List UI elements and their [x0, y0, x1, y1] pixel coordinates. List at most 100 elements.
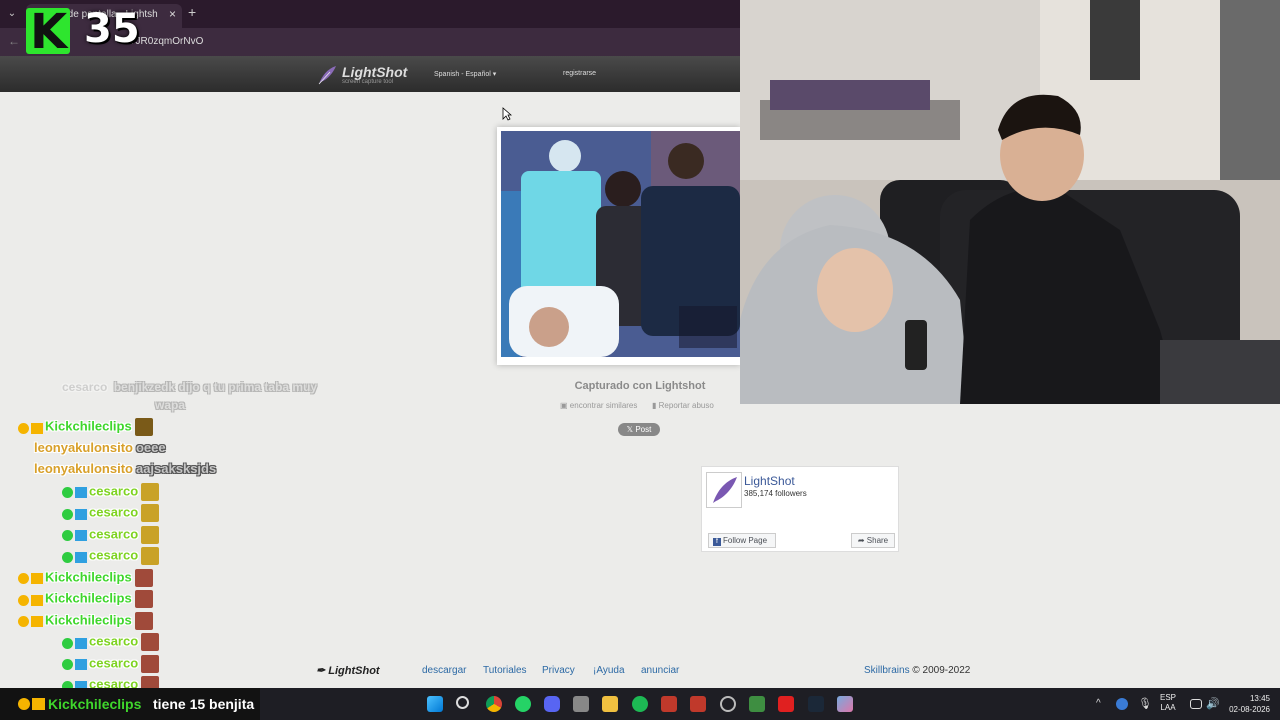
stream-chat: cesarco benjikzedk dijo q tu prima taba … — [0, 380, 400, 694]
steam-icon[interactable] — [808, 696, 824, 712]
find-similar-link[interactable]: ▣ encontrar similares — [560, 401, 637, 410]
discord-icon[interactable] — [544, 696, 560, 712]
lang-line1: ESP — [1160, 693, 1177, 702]
footer-link-download[interactable]: descargar — [422, 665, 466, 676]
whatsapp-icon[interactable] — [515, 696, 531, 712]
kick-logo-letter: K — [30, 4, 68, 60]
follow-page-button[interactable]: f Follow Page — [708, 533, 776, 548]
chat-username: Kickchileclips — [45, 611, 132, 627]
app-tray-icon[interactable] — [1116, 698, 1128, 710]
emote-icon — [141, 525, 160, 544]
app-icon[interactable] — [661, 696, 677, 712]
feather-icon — [707, 473, 741, 507]
obs-icon[interactable] — [720, 696, 736, 712]
crown-badge-icon — [31, 573, 43, 585]
cube-badge-icon — [75, 530, 87, 542]
footer-link-help[interactable]: ¡Ayuda — [593, 665, 625, 676]
page-avatar[interactable] — [706, 472, 742, 508]
footer-link-privacy[interactable]: Privacy — [542, 665, 575, 676]
chat-badges — [18, 420, 45, 435]
tab-list-button[interactable]: ⌄ — [4, 6, 20, 22]
verified-badge-icon — [62, 551, 73, 563]
gift-badge-icon — [18, 698, 30, 710]
language-select[interactable]: Spanish - Español ▾ — [434, 70, 496, 78]
x-logo-icon: 𝕏 — [626, 425, 634, 434]
chat-username: cesarco — [89, 654, 139, 670]
screenshot-image[interactable] — [501, 131, 740, 357]
faded-chat-line-continued: wapa — [152, 398, 185, 418]
verified-badge-icon — [62, 530, 73, 542]
chat-line: Kickchileclips — [18, 568, 153, 589]
spotify-icon[interactable] — [632, 696, 648, 712]
microphone-icon[interactable]: 🎙 — [1138, 696, 1154, 712]
input-language[interactable]: ESP LAA — [1160, 693, 1176, 713]
chat-message: aajsaksksjds — [135, 461, 217, 476]
copyright-text: © 2009-2022 — [912, 665, 971, 676]
lightshot-header: LightShot screen capture tool Spanish - … — [0, 56, 740, 92]
share-button[interactable]: ➦ Share — [851, 533, 895, 548]
folder-icon[interactable] — [602, 696, 618, 712]
windows-start-icon[interactable] — [427, 696, 443, 712]
new-tab-button[interactable]: + — [188, 4, 196, 20]
facebook-page-widget: LightShot 385,174 followers f Follow Page… — [701, 466, 899, 552]
emote-icon — [141, 482, 160, 501]
footer-link-tutorials[interactable]: Tutoriales — [483, 665, 527, 676]
chat-line: Kickchileclips — [18, 590, 153, 610]
minecraft-icon[interactable] — [749, 696, 765, 712]
verified-badge-icon — [62, 487, 73, 499]
chevron-up-icon[interactable]: ^ — [1096, 696, 1112, 712]
clock-date: 02-08-2026 — [1229, 705, 1270, 714]
chat-message: benjikzedk dijo q tu prima taba muy — [113, 380, 318, 394]
emote-icon — [141, 654, 160, 673]
close-tab-icon[interactable]: × — [169, 7, 176, 21]
page-name-link[interactable]: LightShot — [744, 474, 795, 488]
crown-badge-icon — [31, 422, 43, 434]
post-label: Post — [635, 425, 652, 434]
logo-tagline: screen capture tool — [342, 79, 394, 85]
verified-badge-icon — [62, 659, 73, 671]
chat-username: cesarco — [62, 380, 108, 394]
register-link[interactable]: registrarse — [563, 70, 596, 77]
flag-icon: ▮ — [652, 401, 657, 410]
chat-badges — [18, 570, 45, 585]
app-icon[interactable] — [778, 696, 794, 712]
chat-username: Kickchileclips — [48, 696, 142, 712]
verified-badge-icon — [62, 508, 73, 520]
chat-message: oeee — [135, 439, 166, 455]
chat-badges — [62, 527, 89, 542]
chat-badges — [62, 506, 89, 521]
chat-username: cesarco — [89, 547, 139, 563]
chat-line: leonyakulonsito aajsaksksjds — [34, 461, 216, 481]
chrome-icon[interactable] — [486, 696, 502, 712]
clock-time: 13:45 — [1249, 694, 1270, 703]
windows-taskbar: ^ 🎙 🔊 — [260, 688, 1280, 720]
network-icon[interactable] — [1190, 699, 1202, 709]
address-bar[interactable]: 7JR0zqmOrNvO — [130, 36, 203, 47]
x-post-button[interactable]: 𝕏 Post — [618, 423, 660, 436]
back-arrow-icon[interactable]: ← — [8, 34, 20, 48]
cube-badge-icon — [75, 551, 87, 563]
crown-badge-icon — [31, 616, 43, 628]
report-abuse-link[interactable]: ▮ Reportar abuso — [652, 401, 714, 410]
report-abuse-label: Reportar abuso — [658, 401, 714, 410]
app-icon[interactable] — [573, 696, 589, 712]
chat-username: cesarco — [89, 482, 139, 498]
skillbrains-link[interactable]: Skillbrains — [864, 665, 910, 676]
chat-username: cesarco — [89, 525, 139, 541]
chat-line: Kickchileclips — [18, 611, 153, 632]
follow-label: Follow Page — [723, 536, 768, 545]
chat-username: Kickchileclips — [45, 418, 132, 434]
volume-icon[interactable]: 🔊 — [1206, 696, 1222, 712]
cube-badge-icon — [75, 637, 87, 649]
chat-message: tiene 15 benjita — [153, 696, 255, 712]
viewer-count: 35 — [84, 6, 140, 52]
webcam-photo — [740, 0, 1280, 404]
app-icon[interactable] — [690, 696, 706, 712]
footer-link-advertise[interactable]: anunciar — [641, 665, 679, 676]
follower-count: 385,174 followers — [744, 489, 807, 498]
search-icon[interactable] — [456, 696, 469, 709]
system-clock[interactable]: 13:45 02-08-2026 — [1222, 693, 1270, 715]
app-icon[interactable] — [837, 696, 853, 712]
webcam-feed — [740, 0, 1280, 404]
facebook-icon: f — [713, 538, 721, 546]
